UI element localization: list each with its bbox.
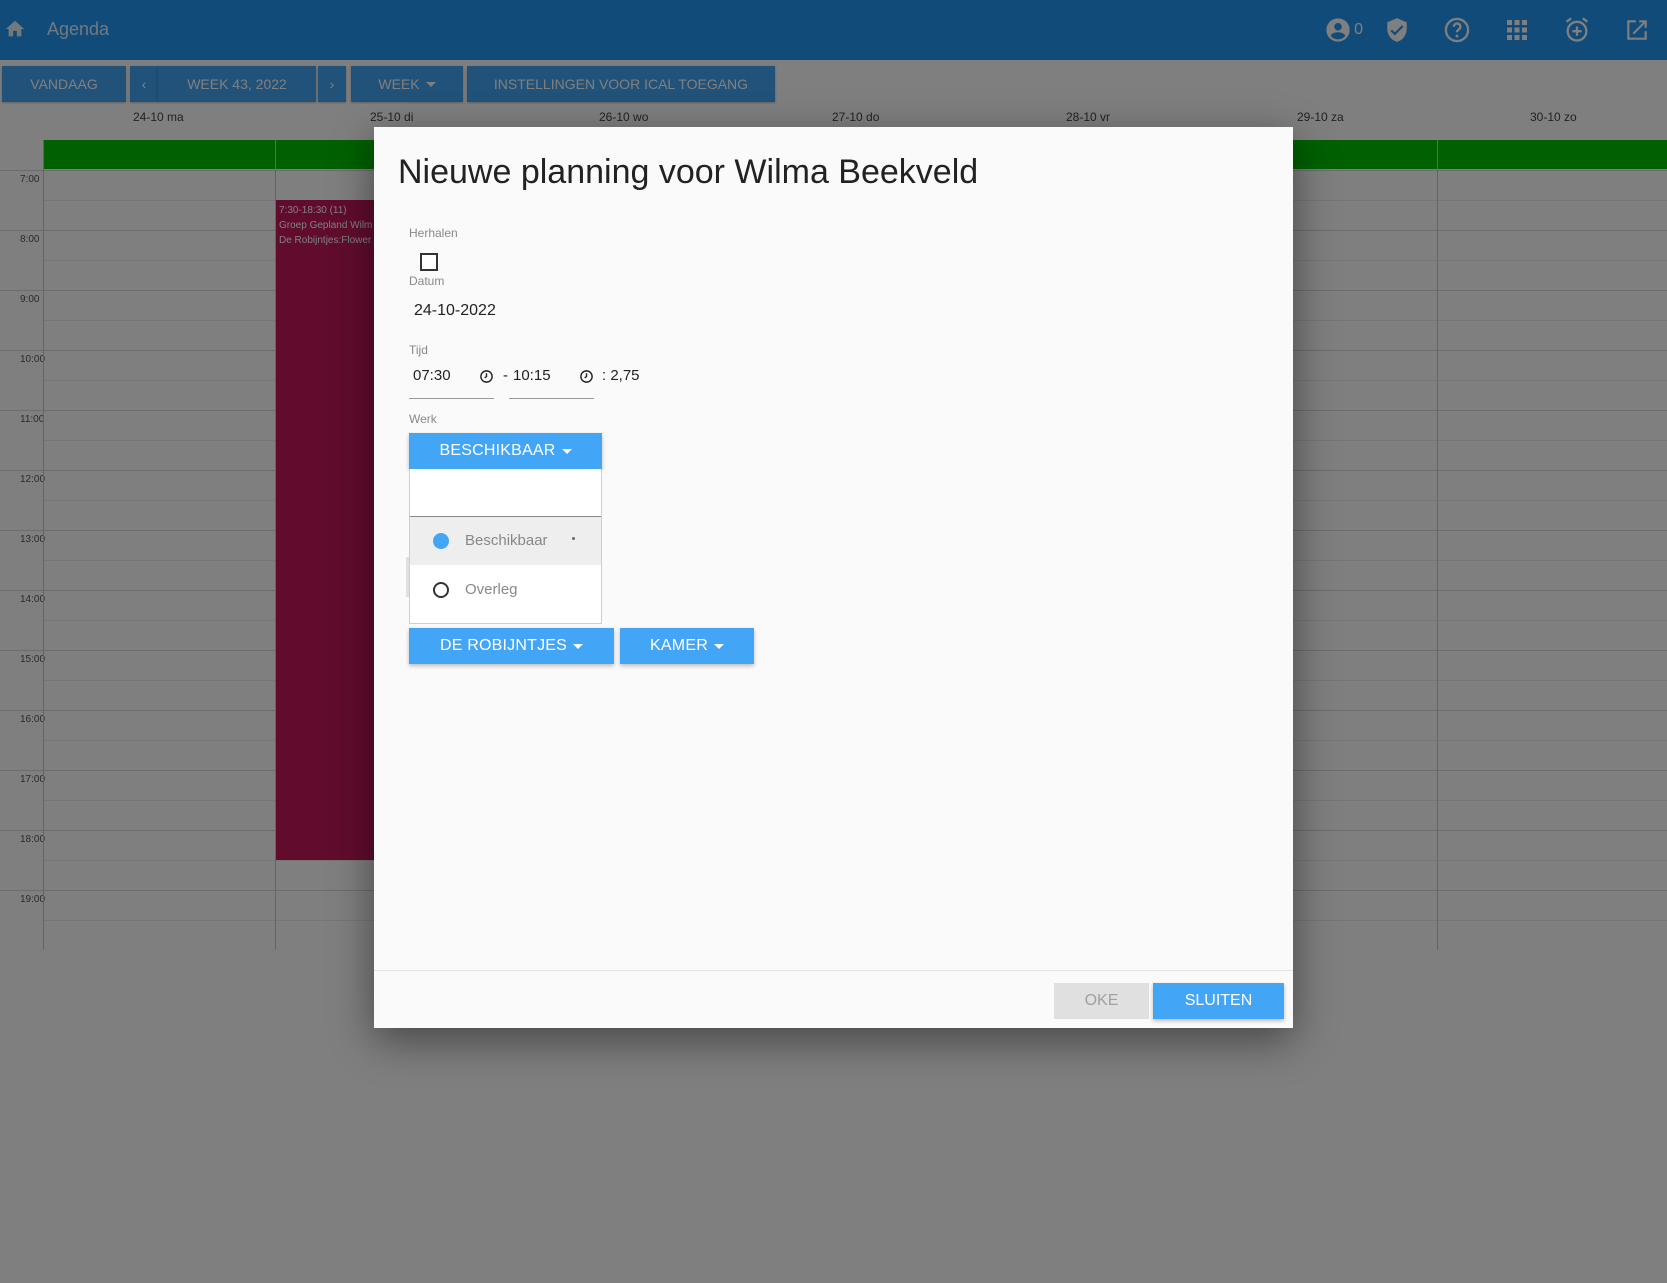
room-label: KAMER bbox=[650, 637, 708, 654]
start-time-input[interactable]: 07:30 bbox=[409, 355, 494, 399]
work-option-label: Beschikbaar bbox=[465, 532, 548, 549]
repeat-checkbox[interactable] bbox=[420, 253, 438, 271]
group-label: DE ROBIJNTJES bbox=[439, 637, 568, 654]
end-time-value: 10:15 bbox=[513, 367, 551, 384]
work-type-search-input[interactable] bbox=[410, 469, 601, 517]
date-input[interactable]: 24-10-2022 bbox=[414, 302, 496, 320]
end-time-input[interactable]: 10:15 bbox=[509, 355, 594, 399]
radio-selected-icon bbox=[433, 533, 449, 549]
duration-value: : 2,75 bbox=[602, 367, 640, 384]
clock-icon[interactable] bbox=[579, 369, 594, 384]
room-dropdown[interactable]: KAMER bbox=[620, 628, 754, 664]
work-option-beschikbaar[interactable]: Beschikbaar bbox=[410, 517, 601, 565]
close-button[interactable]: SLUITEN bbox=[1153, 983, 1284, 1019]
time-separator: - bbox=[503, 367, 508, 384]
chevron-down-icon bbox=[561, 448, 572, 454]
dialog-footer-divider bbox=[374, 970, 1293, 971]
date-label: Datum bbox=[409, 274, 445, 288]
work-label: Werk bbox=[409, 412, 437, 426]
ok-button[interactable]: OKE bbox=[1054, 983, 1149, 1019]
work-type-menu: Beschikbaar Overleg bbox=[409, 469, 602, 624]
work-type-label: BESCHIKBAAR bbox=[439, 442, 556, 459]
repeat-label: Herhalen bbox=[409, 226, 458, 240]
work-type-dropdown[interactable]: BESCHIKBAAR bbox=[409, 433, 602, 469]
start-time-value: 07:30 bbox=[413, 367, 451, 384]
dot-icon bbox=[572, 537, 575, 540]
chevron-down-icon bbox=[573, 643, 584, 649]
chevron-down-icon bbox=[713, 643, 724, 649]
clock-icon[interactable] bbox=[479, 369, 494, 384]
work-option-label: Overleg bbox=[465, 581, 518, 598]
group-dropdown[interactable]: DE ROBIJNTJES bbox=[409, 628, 614, 664]
dialog-title: Nieuwe planning voor Wilma Beekveld bbox=[398, 153, 979, 191]
work-option-overleg[interactable]: Overleg bbox=[410, 566, 601, 614]
radio-unselected-icon bbox=[433, 582, 449, 598]
new-planning-dialog: Nieuwe planning voor Wilma Beekveld Herh… bbox=[374, 127, 1293, 1028]
